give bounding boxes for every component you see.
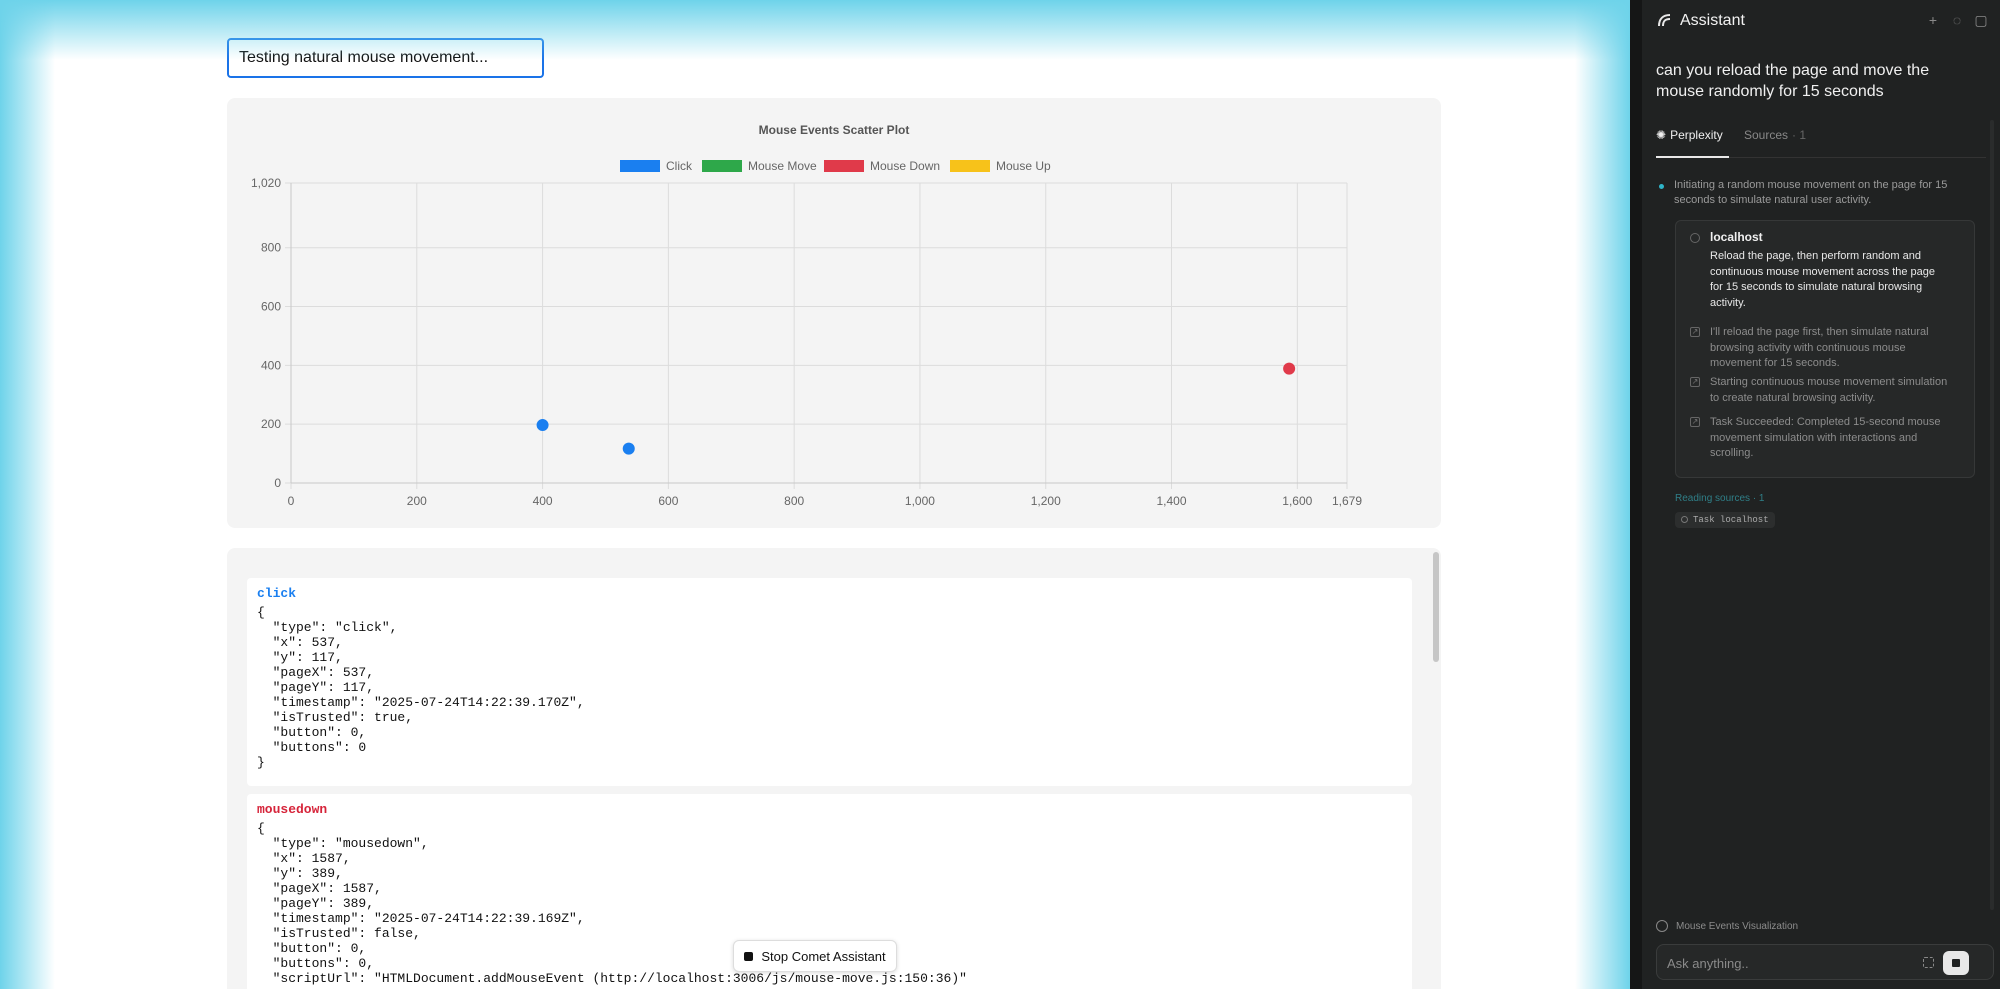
site-icon	[1690, 233, 1700, 243]
x-tick-label: 0	[288, 494, 295, 508]
chart-title: Mouse Events Scatter Plot	[759, 123, 910, 137]
step-arrow-icon: ↗	[1690, 377, 1700, 387]
legend-label: Mouse Up	[996, 159, 1051, 173]
legend-swatch	[950, 160, 990, 172]
context-row[interactable]: Mouse Events Visualization	[1656, 918, 1798, 934]
panel-divider[interactable]	[1630, 0, 1642, 989]
x-tick-label: 1,200	[1031, 494, 1061, 508]
legend-label: Mouse Down	[870, 159, 940, 173]
history-icon[interactable]: ◌	[1950, 13, 1964, 27]
stop-assistant-label: Stop Comet Assistant	[761, 948, 886, 964]
task-description: Reload the page, then perform random and…	[1710, 250, 1936, 309]
assistant-tabs: ✺ Perplexity Sources · 1	[1656, 128, 1986, 158]
new-thread-icon[interactable]: +	[1926, 13, 1940, 27]
step-arrow-icon: ↗	[1690, 417, 1700, 427]
log-entry-type: click	[257, 586, 297, 601]
perplexity-logo-icon	[1658, 14, 1671, 27]
legend-label: Mouse Move	[748, 159, 817, 173]
log-entry-json: { "type": "click", "x": 537, "y": 117, "…	[257, 605, 585, 770]
x-tick-label: 400	[533, 494, 553, 508]
legend-swatch	[824, 160, 864, 172]
step-arrow-icon: ↗	[1690, 327, 1700, 337]
legend-swatch	[620, 160, 660, 172]
tab-sources[interactable]: Sources · 1	[1744, 128, 1806, 158]
y-tick-label: 200	[261, 417, 281, 431]
perplexity-icon: ✺	[1656, 128, 1667, 142]
x-tick-label: 1,600	[1282, 494, 1312, 508]
y-tick-label: 400	[261, 358, 281, 372]
site-icon	[1681, 516, 1688, 523]
data-point	[622, 442, 635, 455]
reading-sources-label: Reading sources · 1	[1675, 493, 1765, 504]
step-intro-text: Initiating a random mouse movement on th…	[1674, 179, 1948, 206]
globe-icon	[1656, 920, 1668, 932]
task-step-text: I'll reload the page first, then simulat…	[1710, 326, 1929, 369]
task-card: localhost Reload the page, then perform …	[1675, 220, 1975, 478]
assistant-content: Assistant + ◌ ▢ can you reload the page …	[1642, 0, 2000, 989]
status-dot-icon	[1659, 184, 1664, 189]
stop-icon	[1952, 959, 1960, 967]
stop-generation-button[interactable]	[1943, 951, 1969, 975]
x-tick-label: 200	[407, 494, 427, 508]
event-log: click { "type": "click", "x": 537, "y": …	[227, 548, 1441, 989]
x-tick-label: 1,000	[905, 494, 935, 508]
assistant-header: Assistant + ◌ ▢	[1656, 10, 1996, 32]
y-tick-label: 0	[274, 476, 281, 490]
agent-active-glow	[0, 0, 55, 989]
tab-sources-count: · 1	[1792, 128, 1807, 142]
source-chip[interactable]: Task localhost	[1675, 512, 1775, 528]
assistant-scrollbar[interactable]	[1990, 120, 1994, 910]
y-tick-label: 1,020	[251, 176, 281, 190]
assistant-title: Assistant	[1680, 12, 1745, 29]
chart-card: Mouse Events Scatter Plot Click Mouse Move…	[227, 98, 1441, 528]
x-tick-label: 800	[784, 494, 804, 508]
ask-box	[1656, 944, 1994, 980]
window-icon[interactable]: ▢	[1974, 13, 1988, 27]
stop-icon	[744, 951, 754, 961]
x-tick-label: 1,400	[1157, 494, 1187, 508]
task-host: localhost	[1710, 230, 1763, 244]
tab-perplexity[interactable]: ✺ Perplexity	[1656, 128, 1729, 158]
tab-perplexity-label: Perplexity	[1670, 128, 1723, 142]
ask-input[interactable]	[1667, 953, 1907, 973]
status-input[interactable]	[227, 38, 544, 78]
task-step-text: Task Succeeded: Completed 15-second mous…	[1710, 416, 1941, 459]
legend-label: Click	[666, 159, 693, 173]
y-tick-label: 600	[261, 300, 281, 314]
context-label: Mouse Events Visualization	[1676, 920, 1799, 932]
agent-active-glow	[1575, 0, 1630, 989]
y-tick-label: 800	[261, 241, 281, 255]
attach-icon[interactable]	[1923, 957, 1934, 968]
source-chip-label: Task localhost	[1693, 515, 1769, 525]
task-step-text: Starting continuous mouse movement simul…	[1710, 376, 1948, 404]
data-point	[536, 419, 549, 432]
screen: Mouse Events Scatter Plot Click Mouse Move…	[0, 0, 2000, 989]
scatter-chart: Mouse Events Scatter Plot Click Mouse Move…	[251, 123, 1362, 508]
log-entry-type: mousedown	[257, 802, 328, 817]
web-page: Mouse Events Scatter Plot Click Mouse Move…	[0, 0, 1630, 989]
log-scrollbar[interactable]	[1433, 552, 1439, 662]
tab-sources-label: Sources	[1744, 128, 1789, 142]
user-query: can you reload the page and move the mou…	[1656, 62, 1930, 100]
data-point	[1283, 362, 1296, 375]
stop-assistant-button[interactable]: Stop Comet Assistant	[733, 940, 897, 972]
x-tick-label: 600	[658, 494, 678, 508]
log-entry: click { "type": "click", "x": 537, "y": …	[247, 578, 1412, 786]
legend-swatch	[702, 160, 742, 172]
x-tick-label: 1,679	[1332, 494, 1362, 508]
